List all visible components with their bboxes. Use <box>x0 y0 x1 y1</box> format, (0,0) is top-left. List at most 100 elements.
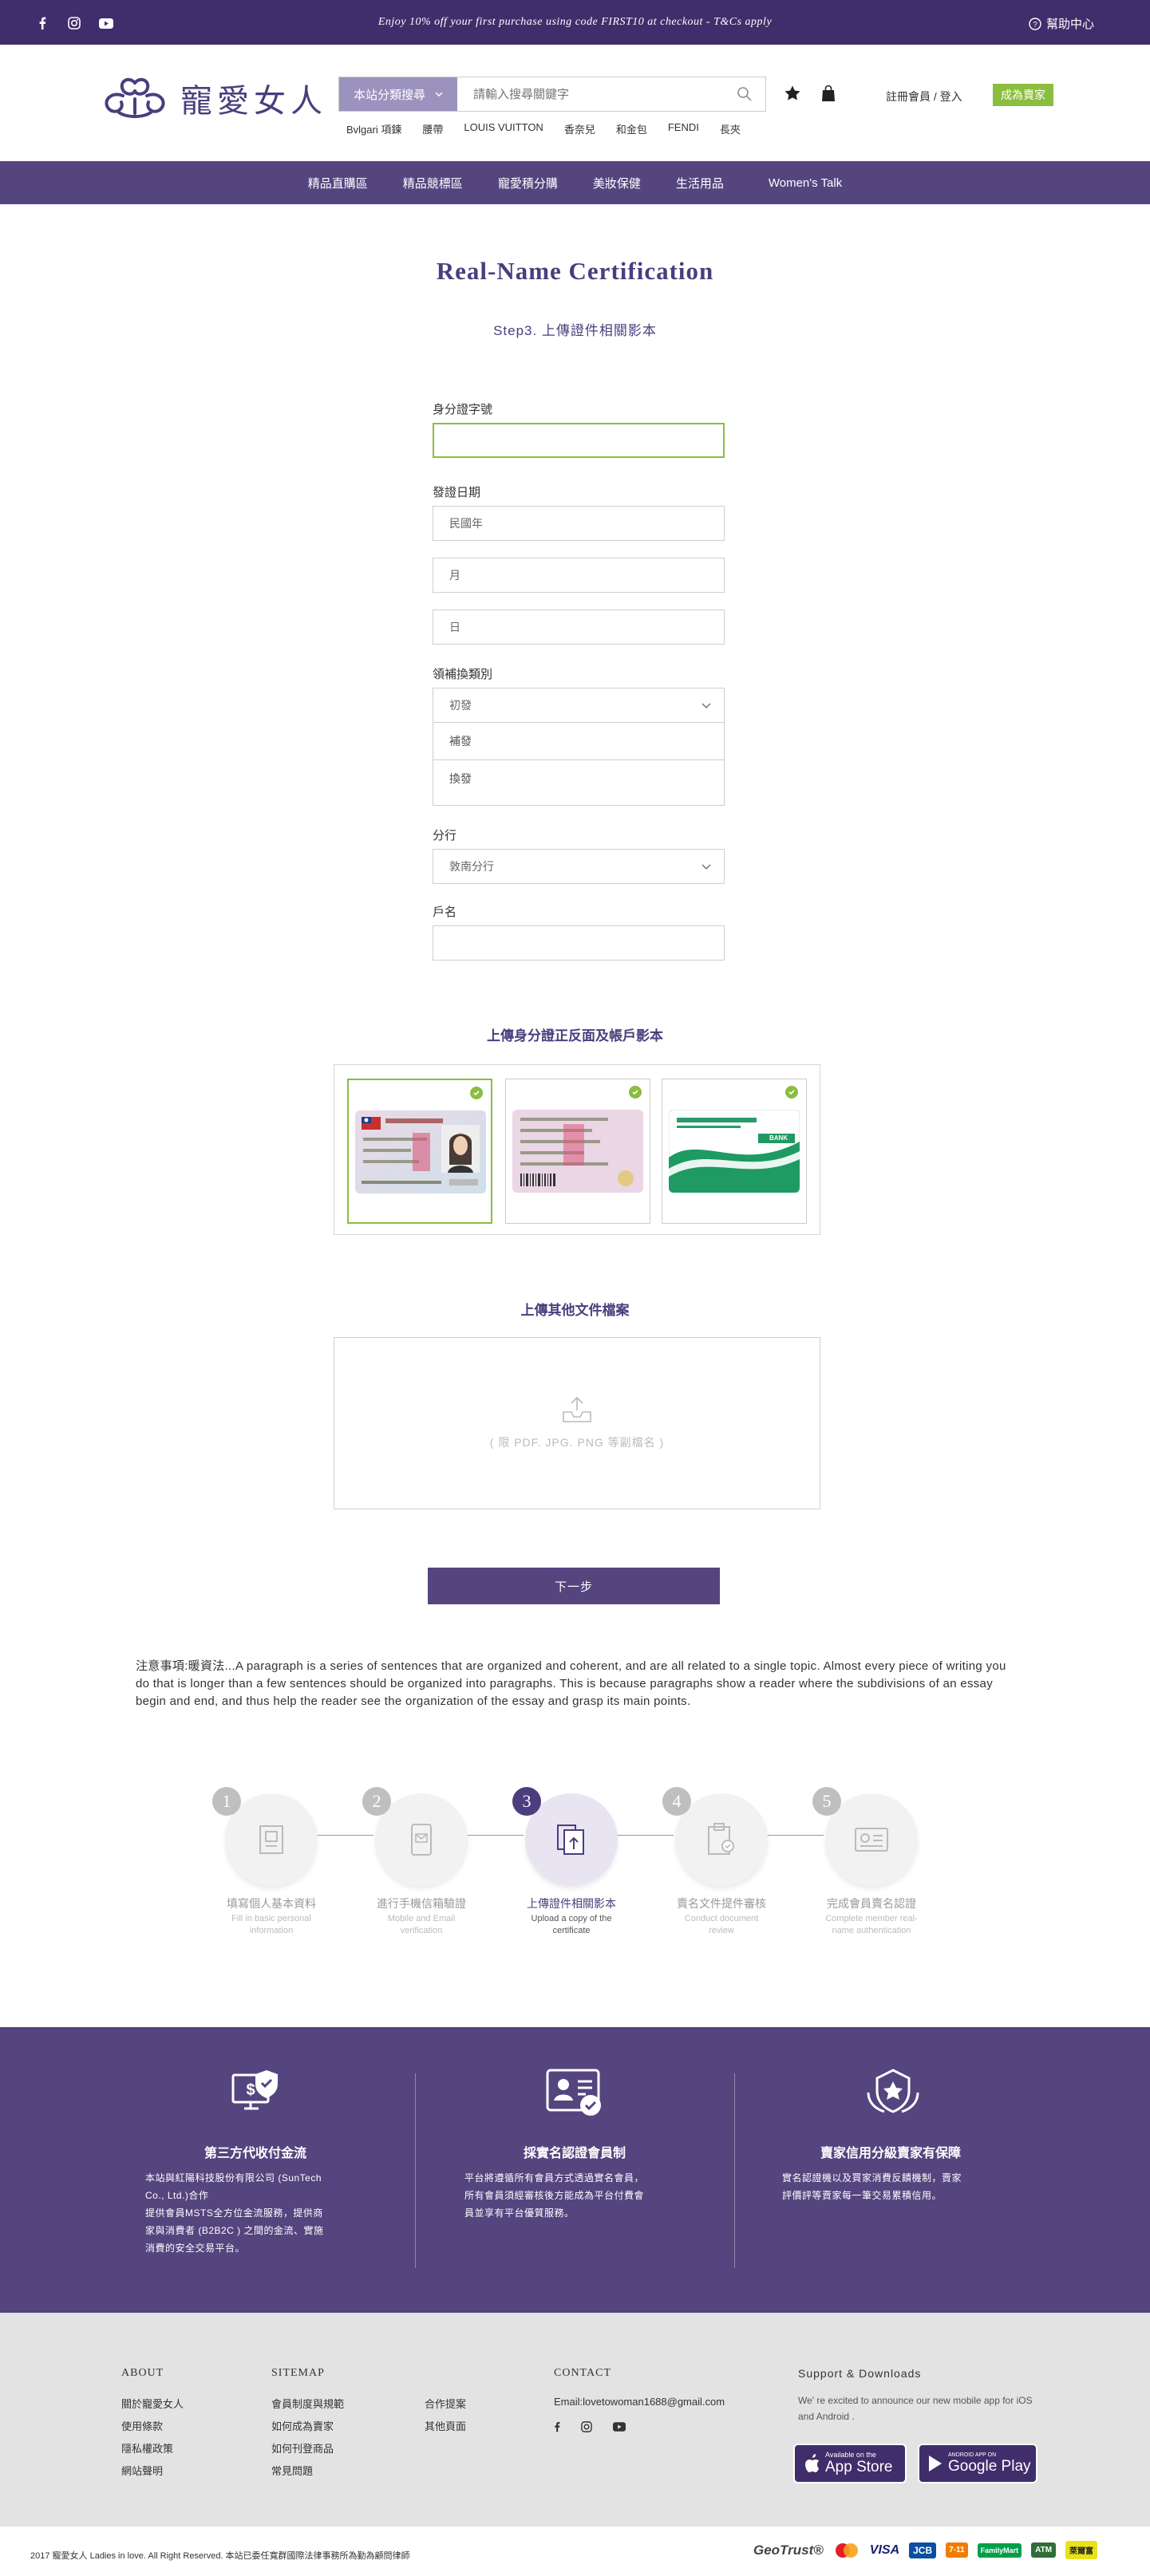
chevron-down-icon <box>435 92 443 97</box>
nav-item[interactable]: 生活用品 <box>658 175 741 191</box>
help-label: 幫助中心 <box>1045 18 1094 31</box>
step-number: 5 <box>812 1787 841 1816</box>
payment-shield-icon: $ <box>231 2069 281 2116</box>
geotrust-logo: GeoTrust® <box>753 2542 824 2558</box>
hilife-logo: 萊爾富 <box>1065 2541 1098 2559</box>
search-category-dropdown[interactable]: 本站分類搜尋 <box>339 77 457 111</box>
branch-selected: 敦南分行 <box>449 860 494 873</box>
footer-link[interactable]: 使用條款 <box>121 2418 163 2433</box>
member-card-icon <box>546 2069 605 2118</box>
feature-title: 採實名認證會員制 <box>523 2147 626 2160</box>
footer-link[interactable]: 會員制度與規範 <box>271 2396 344 2411</box>
step-subtitle-en: Conduct document review <box>684 1914 759 1935</box>
support-heading: Support & Downloads <box>798 2367 922 2380</box>
check-icon <box>470 1087 483 1099</box>
file-dropzone[interactable]: ( 限 PDF. JPG. PNG 等副檔名 ) <box>334 1337 820 1509</box>
id-front-card[interactable] <box>347 1079 492 1224</box>
issue-day-field[interactable]: 日 <box>433 609 725 645</box>
footer-link[interactable]: 常見問題 <box>271 2463 313 2478</box>
hot-keyword[interactable]: 長夾 <box>720 121 741 136</box>
branch-select[interactable]: 敦南分行 <box>433 849 725 884</box>
issue-year-field[interactable]: 民國年 <box>433 506 725 541</box>
star-badge-icon <box>863 2069 923 2116</box>
hot-keyword[interactable]: 香奈兒 <box>564 121 595 136</box>
login-register-link[interactable]: 註冊會員 / 登入 <box>886 89 962 105</box>
account-name-label: 戶名 <box>433 905 457 919</box>
hot-keyword[interactable]: Bvlgari 項鍊 <box>346 121 401 136</box>
become-seller-button[interactable]: 成為賣家 <box>993 84 1053 106</box>
search-button[interactable] <box>724 77 765 111</box>
favorites-star-icon[interactable] <box>784 85 801 102</box>
file-type-hint: ( 限 PDF. JPG. PNG 等副檔名 ) <box>489 1436 665 1449</box>
other-upload-title: 上傳其他文件檔案 <box>520 1303 630 1318</box>
issue-type-option[interactable]: 換發 <box>433 759 725 796</box>
bank-book-card[interactable]: BANK <box>662 1079 807 1224</box>
issue-type-option[interactable]: 補發 <box>433 723 725 759</box>
chevron-down-icon <box>701 864 711 870</box>
step-title: 填寫個人基本資料 <box>227 1897 316 1910</box>
step-number: 2 <box>362 1787 391 1816</box>
footer-link[interactable]: 關於寵愛女人 <box>121 2396 184 2411</box>
id-upload-panel: BANK <box>334 1064 820 1235</box>
main-nav: 精品直購區 精品競標區 寵愛積分購 美妝保健 生活用品 Women's Talk <box>0 161 1150 204</box>
id-front-image <box>355 1110 486 1193</box>
id-back-image <box>512 1110 643 1193</box>
footer-link[interactable]: 如何成為賣家 <box>271 2418 334 2433</box>
contact-email[interactable]: Email:lovetowoman1688@gmail.com <box>554 2396 725 2408</box>
about-heading: ABOUT <box>121 2367 164 2379</box>
contact-heading: CONTACT <box>554 2367 611 2379</box>
instagram-icon[interactable] <box>581 2421 592 2432</box>
account-name-field[interactable] <box>433 925 725 961</box>
shopping-bag-icon[interactable] <box>820 85 836 102</box>
feature-text: 實名認證機以及買家消費反饋機制，賣家評價評等賣家每一筆交易累積信用。 <box>782 2172 962 2201</box>
svg-text:$: $ <box>246 2081 255 2099</box>
jcb-logo: JCB <box>909 2542 937 2558</box>
google-play-button[interactable]: ANDROID APP ON Google Play <box>918 2444 1037 2483</box>
facebook-icon[interactable] <box>554 2421 560 2432</box>
hot-keyword[interactable]: FENDI <box>668 121 699 136</box>
feature-text: 本站與紅陽科技股份有限公司 (SunTech Co., Ltd.)合作 提供會員… <box>145 2172 324 2254</box>
sitemap-heading: SITEMAP <box>271 2367 325 2379</box>
hot-keyword[interactable]: 腰帶 <box>422 121 443 136</box>
chevron-down-icon <box>701 703 711 708</box>
bank-label: BANK <box>769 1134 788 1142</box>
footer-link[interactable]: 其他頁面 <box>425 2418 466 2433</box>
footer-link[interactable]: 合作提案 <box>425 2396 466 2411</box>
seven-eleven-logo: 7-11 <box>946 2542 968 2558</box>
nav-item[interactable]: Women's Talk <box>741 176 860 190</box>
issue-month-field[interactable]: 月 <box>433 558 725 593</box>
search-input[interactable] <box>457 77 724 111</box>
issue-type-select[interactable]: 初發 <box>433 688 725 723</box>
footer-link[interactable]: 如何刊登商品 <box>271 2440 334 2456</box>
search-bar: 本站分類搜尋 <box>338 77 766 112</box>
step-subtitle-en: Mobile and Email verification <box>387 1914 456 1935</box>
step-title: 上傳證件相關影本 <box>527 1897 616 1910</box>
issue-type-label: 領補換類別 <box>433 668 493 681</box>
id-upload-title: 上傳身分證正反面及帳戶影本 <box>487 1028 663 1043</box>
hot-keywords: Bvlgari 項鍊 腰帶 LOUIS VUITTON 香奈兒 和金包 FEND… <box>346 121 741 136</box>
logo-mark-icon <box>99 75 171 121</box>
youtube-icon[interactable] <box>613 2422 626 2432</box>
app-store-button[interactable]: Available on the App Store <box>793 2444 907 2483</box>
issue-type-selected: 初發 <box>449 699 472 712</box>
step-number: 3 <box>512 1787 541 1816</box>
nav-item[interactable]: 寵愛積分購 <box>480 175 575 191</box>
apple-icon <box>803 2453 820 2474</box>
logo[interactable]: 寵愛女人 <box>99 75 327 121</box>
features-band: $ 第三方代收付金流 本站與紅陽科技股份有限公司 (SunTech Co., L… <box>0 2027 1150 2313</box>
next-button[interactable]: 下一步 <box>428 1568 720 1604</box>
hot-keyword[interactable]: LOUIS VUITTON <box>464 121 543 136</box>
nav-item[interactable]: 美妝保健 <box>575 175 658 191</box>
bank-card-image <box>669 1110 800 1193</box>
footer-link[interactable]: 隱私權政策 <box>121 2440 173 2456</box>
nav-item[interactable]: 精品競標區 <box>385 175 480 191</box>
nav-item[interactable]: 精品直購區 <box>290 175 385 191</box>
hot-keyword[interactable]: 和金包 <box>616 121 647 136</box>
check-icon <box>785 1086 798 1099</box>
id-number-field[interactable] <box>433 423 725 458</box>
footer-link[interactable]: 網站聲明 <box>121 2463 163 2478</box>
help-center-link[interactable]: ? 幫助中心 <box>1029 15 1094 32</box>
step-subtitle: Step3. 上傳證件相關影本 <box>493 323 657 338</box>
id-back-card[interactable] <box>505 1079 650 1224</box>
payment-logos: GeoTrust® VISA JCB 7-11 FamilyMart ATM 萊… <box>753 2541 1098 2559</box>
